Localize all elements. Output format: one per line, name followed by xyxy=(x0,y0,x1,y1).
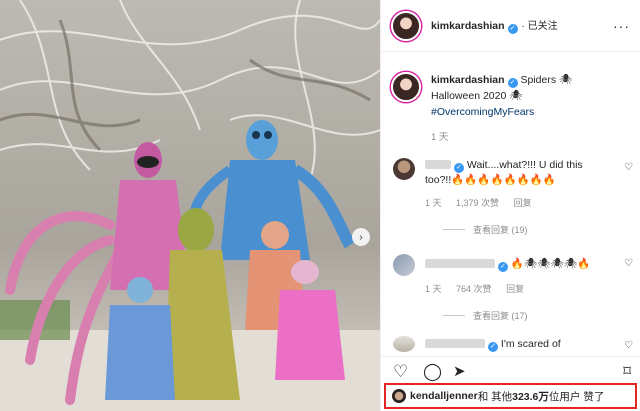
likes-count[interactable]: 323.6万 xyxy=(512,389,549,404)
comment-item: ✓ 🔥🕷🕷🕷🕷🔥 ♡ 1 天 764 次赞 回复 查看回复 (17) xyxy=(393,254,633,322)
comment-reply-button[interactable]: 回复 xyxy=(514,198,532,208)
bookmark-icon[interactable]: ⌑ xyxy=(623,363,631,380)
view-replies-button[interactable]: 查看回复 (17) xyxy=(443,309,633,322)
caption-text: Spiders 🕷 xyxy=(520,74,573,86)
likes-connector: 和 其他 xyxy=(477,390,513,403)
blurred-username xyxy=(425,259,495,268)
halloween-photo-illustration xyxy=(0,0,380,411)
like-heart-icon[interactable]: ♡ xyxy=(393,363,408,380)
blurred-username xyxy=(425,339,485,348)
more-horizontal-icon[interactable]: ··· xyxy=(613,18,630,34)
comment-age[interactable]: 1 天 xyxy=(425,198,442,208)
commenter-avatar[interactable] xyxy=(393,336,415,352)
verified-badge-icon: ✓ xyxy=(507,24,518,34)
comment-like-heart-icon[interactable]: ♡ xyxy=(624,340,633,351)
caption-author-avatar[interactable] xyxy=(391,72,421,102)
verified-badge-icon: ✓ xyxy=(488,342,498,352)
verified-badge-icon: ✓ xyxy=(498,262,508,272)
post-caption: kimkardashian ✓ Spiders 🕷 Halloween 2020 … xyxy=(391,72,621,146)
view-replies-label: 查看回复 (17) xyxy=(473,311,528,321)
comment-age[interactable]: 1 天 xyxy=(425,284,442,294)
comment-meta: 1 天 764 次赞 回复 xyxy=(425,282,633,295)
commenter-avatar[interactable] xyxy=(393,254,415,276)
comment-text: 🔥🕷🕷🕷🕷🔥 xyxy=(510,258,591,270)
comment-item: ✓ Wait....what?!!! U did this too?!!🔥🔥🔥🔥… xyxy=(393,158,633,236)
comment-like-heart-icon[interactable]: ♡ xyxy=(624,258,633,269)
caption-age[interactable]: 1 天 xyxy=(431,130,621,146)
caption-username[interactable]: kimkardashian xyxy=(431,74,505,86)
post-action-bar: ♡ ◯ ➤ ⌑ xyxy=(381,356,640,384)
following-status[interactable]: · 已关注 xyxy=(522,21,558,32)
comment-likes[interactable]: 1,379 次赞 xyxy=(456,198,499,208)
comment-meta: 1 天 1,379 次赞 回复 xyxy=(425,196,633,209)
caption-line2: Halloween 2020 🕷 xyxy=(431,90,523,102)
post-photo[interactable]: › xyxy=(0,0,380,411)
author-avatar[interactable] xyxy=(391,10,421,41)
likes-suffix: 位用户 赞了 xyxy=(548,390,605,403)
post-details-panel: kimkardashian ✓ · 已关注 ··· kimkardashian ✓ S… xyxy=(380,0,640,411)
liker-avatar xyxy=(392,389,406,403)
share-paper-plane-icon[interactable]: ➤ xyxy=(453,363,466,380)
comment-bubble-icon[interactable]: ◯ xyxy=(423,363,442,380)
verified-badge-icon: ✓ xyxy=(454,163,464,173)
liker-username[interactable]: kendalljenner xyxy=(410,390,478,402)
caption-hashtag[interactable]: #OvercomingMyFears xyxy=(431,106,534,118)
comment-text: I'm scared of xyxy=(500,338,561,350)
likes-summary[interactable]: kendalljenner 和 其他 323.6万 位用户 赞了 xyxy=(384,383,637,409)
view-replies-button[interactable]: 查看回复 (19) xyxy=(443,223,633,236)
comment-like-heart-icon[interactable]: ♡ xyxy=(624,162,633,173)
comment-item: ✓ I'm scared of ♡ xyxy=(393,336,633,352)
comment-reply-button[interactable]: 回复 xyxy=(506,284,524,294)
next-photo-button[interactable]: › xyxy=(352,228,370,246)
view-replies-label: 查看回复 (19) xyxy=(473,225,528,235)
commenter-avatar[interactable] xyxy=(393,158,415,180)
verified-badge-icon: ✓ xyxy=(507,78,518,88)
instagram-post-view: › kimkardashian ✓ · 已关注 ··· kimkardashian ✓… xyxy=(0,0,640,411)
blurred-username xyxy=(425,160,451,169)
author-username[interactable]: kimkardashian xyxy=(431,20,505,32)
chevron-right-icon: › xyxy=(359,231,363,243)
post-header: kimkardashian ✓ · 已关注 ··· xyxy=(381,0,640,52)
comment-likes[interactable]: 764 次赞 xyxy=(456,284,492,294)
